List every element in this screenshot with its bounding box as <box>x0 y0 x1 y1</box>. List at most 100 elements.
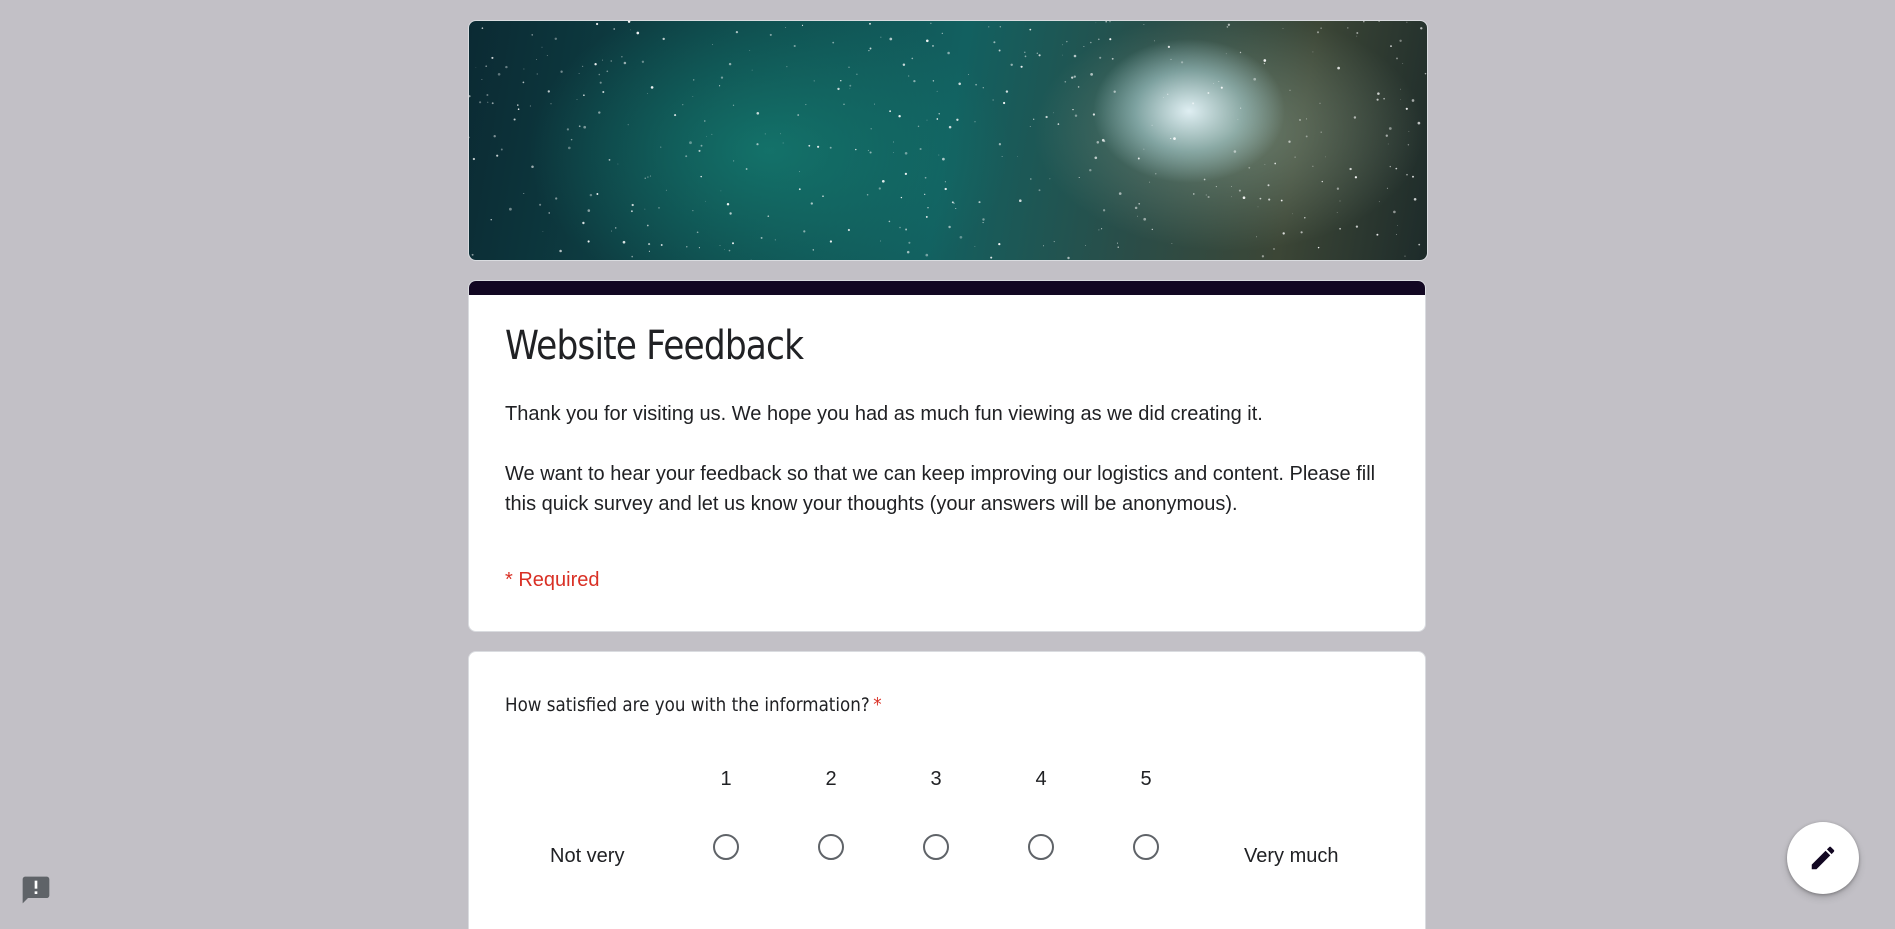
star-dot <box>992 99 994 101</box>
star-dot <box>1263 62 1266 65</box>
star-dot <box>598 111 601 114</box>
star-dot <box>930 22 932 24</box>
star-dot <box>1205 194 1207 196</box>
star-dot <box>1267 184 1270 187</box>
star-dot <box>726 202 730 206</box>
star-dot <box>847 228 850 232</box>
star-dot <box>689 141 692 145</box>
star-dot <box>595 22 599 26</box>
star-dot <box>583 125 587 129</box>
star-dot <box>711 133 713 135</box>
pencil-icon <box>1811 846 1835 870</box>
star-dot <box>1376 233 1379 236</box>
star-dot <box>608 159 611 161</box>
star-dot <box>517 108 520 111</box>
star-dot <box>874 103 875 105</box>
star-dot <box>745 168 748 170</box>
star-dot <box>1237 119 1239 120</box>
star-dot <box>1383 97 1385 100</box>
star-dot <box>813 80 815 82</box>
star-dot <box>509 207 512 211</box>
star-dot <box>1117 242 1118 244</box>
star-dot <box>1387 143 1389 145</box>
star-dot <box>696 231 699 234</box>
star-dot <box>644 177 646 179</box>
star-dot <box>1274 162 1277 165</box>
star-dot <box>1347 27 1349 29</box>
star-dot <box>720 190 722 192</box>
star-dot <box>974 246 976 247</box>
star-dot <box>1010 63 1013 67</box>
star-dot <box>829 240 833 243</box>
star-dot <box>1092 113 1096 116</box>
scale-option-5[interactable]: 5 <box>1126 768 1166 860</box>
required-note: * Required <box>505 569 600 591</box>
edit-form-button[interactable] <box>1787 822 1859 894</box>
report-problem-button[interactable] <box>20 874 52 906</box>
scale-option-3[interactable]: 3 <box>916 768 956 860</box>
star-dot <box>1097 38 1100 41</box>
star-dot <box>902 63 906 66</box>
star-dot <box>1113 90 1116 93</box>
star-dot <box>1233 150 1237 153</box>
star-dot <box>1029 178 1032 180</box>
scale-high-label: Very much <box>1244 845 1339 867</box>
scale-option-4[interactable]: 4 <box>1021 768 1061 860</box>
star-dot <box>1388 127 1392 130</box>
star-dot <box>1066 40 1068 43</box>
star-dot <box>990 256 993 259</box>
star-dot <box>706 136 707 137</box>
scale-option-1[interactable]: 1 <box>706 768 746 860</box>
star-dot <box>541 46 543 48</box>
star-dot <box>829 146 832 149</box>
star-dot <box>729 212 732 215</box>
star-dot <box>485 65 488 68</box>
star-dot <box>927 207 929 209</box>
star-dot <box>869 151 872 154</box>
star-dot <box>621 56 623 58</box>
star-dot <box>1053 241 1055 243</box>
scale-option-2[interactable]: 2 <box>811 768 851 860</box>
star-dot <box>1111 57 1114 60</box>
star-dot <box>1218 81 1220 82</box>
star-dot <box>658 207 660 209</box>
star-dot <box>581 65 584 68</box>
star-dot <box>785 27 787 28</box>
star-dot <box>1167 93 1169 95</box>
star-dot <box>641 60 645 63</box>
star-dot <box>720 76 724 79</box>
star-dot <box>1412 175 1414 178</box>
star-dot <box>486 94 489 96</box>
star-dot <box>1336 187 1340 190</box>
description-paragraph: We want to hear your feedback so that we… <box>505 463 1376 515</box>
radio-button[interactable] <box>818 834 844 860</box>
star-dot <box>1400 88 1401 90</box>
star-dot <box>479 101 482 104</box>
radio-button[interactable] <box>923 834 949 860</box>
star-dot <box>1038 54 1041 57</box>
star-dot <box>948 225 951 229</box>
star-dot <box>958 82 961 86</box>
star-dot <box>1320 27 1322 29</box>
star-dot <box>925 215 928 218</box>
form-page: Website Feedback Thank you for visiting … <box>0 0 1895 929</box>
star-dot <box>1393 210 1396 214</box>
star-dot <box>1339 227 1341 230</box>
star-dot <box>1406 21 1408 23</box>
radio-button[interactable] <box>1028 834 1054 860</box>
star-dot <box>1057 123 1060 125</box>
star-dot <box>751 69 753 71</box>
star-dot <box>1417 121 1421 125</box>
star-dot <box>1071 76 1074 79</box>
star-dot <box>808 144 811 147</box>
star-dot <box>888 220 891 223</box>
star-dot <box>1053 112 1054 114</box>
star-dot <box>531 165 534 169</box>
radio-button[interactable] <box>1133 834 1159 860</box>
star-dot <box>904 172 908 176</box>
radio-button[interactable] <box>713 834 739 860</box>
star-dot <box>517 104 519 106</box>
star-dot <box>1095 22 1097 24</box>
star-dot <box>926 39 929 43</box>
scale-low-label: Not very <box>550 845 625 867</box>
